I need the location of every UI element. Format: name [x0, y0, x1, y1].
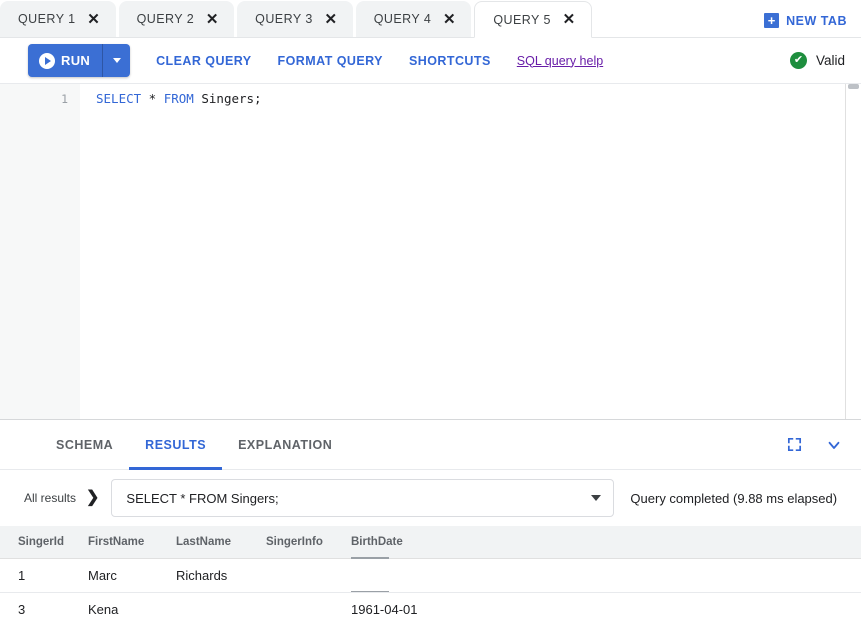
tab-label: QUERY 5: [493, 13, 551, 27]
sql-query-help-link[interactable]: SQL query help: [517, 54, 603, 68]
breadcrumb[interactable]: All results: [24, 491, 76, 505]
cell-singerid: 3: [0, 593, 88, 621]
close-icon[interactable]: ✕: [323, 11, 339, 27]
results-table: SingerId FirstName LastName SingerInfo B…: [0, 526, 861, 621]
close-icon[interactable]: ✕: [86, 11, 102, 27]
tab-label: EXPLANATION: [238, 438, 332, 452]
clear-query-button[interactable]: CLEAR QUERY: [156, 54, 251, 68]
tab-schema[interactable]: SCHEMA: [40, 420, 129, 470]
run-button[interactable]: RUN: [28, 44, 102, 77]
status-badge: Valid: [816, 53, 845, 68]
close-icon[interactable]: ✕: [204, 11, 220, 27]
column-header-firstname[interactable]: FirstName: [88, 526, 176, 559]
new-tab-button[interactable]: + NEW TAB: [764, 13, 847, 28]
tab-query-4[interactable]: QUERY 4 ✕: [356, 1, 472, 37]
tab-label: RESULTS: [145, 438, 206, 452]
query-validity-status: ✔ Valid: [790, 52, 845, 69]
cell-spacer: [433, 559, 861, 593]
cell-spacer: [433, 593, 861, 621]
shortcuts-button[interactable]: SHORTCUTS: [409, 54, 491, 68]
column-header-birthdate[interactable]: BirthDate: [351, 526, 433, 559]
chevron-right-icon: ❯: [86, 490, 99, 506]
tab-label: QUERY 3: [255, 12, 313, 26]
new-tab-label: NEW TAB: [786, 14, 847, 28]
editor-vertical-scrollbar[interactable]: [845, 84, 861, 419]
tab-explanation[interactable]: EXPLANATION: [222, 420, 348, 470]
column-header-singerinfo[interactable]: SingerInfo: [266, 526, 351, 559]
editor-code-area[interactable]: SELECT * FROM Singers;: [80, 84, 845, 419]
check-circle-icon: ✔: [790, 52, 807, 69]
sql-keyword-from: FROM: [164, 91, 194, 106]
cell-firstname: Marc: [88, 559, 176, 593]
cell-singerinfo: [266, 593, 351, 621]
play-circle-icon: [39, 53, 55, 69]
code-line: SELECT * FROM Singers;: [96, 90, 845, 108]
tab-label: SCHEMA: [56, 438, 113, 452]
results-tab-bar: SCHEMA RESULTS EXPLANATION: [0, 420, 861, 470]
run-dropdown-chevron-down-icon[interactable]: [102, 44, 130, 77]
table-header-row: SingerId FirstName LastName SingerInfo B…: [0, 526, 861, 559]
sql-editor[interactable]: 1 SELECT * FROM Singers;: [0, 83, 861, 419]
close-icon[interactable]: ✕: [561, 12, 577, 28]
query-select-dropdown[interactable]: SELECT * FROM Singers;: [111, 479, 614, 517]
scrollbar-thumb[interactable]: [848, 84, 859, 89]
results-table-header: SingerId FirstName LastName SingerInfo B…: [0, 526, 861, 559]
sql-keyword-select: SELECT: [96, 91, 141, 106]
dropdown-arrow-icon: [591, 495, 601, 501]
sql-table-name: Singers;: [194, 91, 262, 106]
tab-results[interactable]: RESULTS: [129, 420, 222, 470]
tab-query-3[interactable]: QUERY 3 ✕: [237, 1, 353, 37]
cell-birthdate: 1961-04-01: [351, 593, 433, 621]
column-header-singerid[interactable]: SingerId: [0, 526, 88, 559]
tab-label: QUERY 1: [18, 12, 76, 26]
cell-singerinfo: [266, 559, 351, 593]
editor-toolbar: RUN CLEAR QUERY FORMAT QUERY SHORTCUTS S…: [0, 38, 861, 83]
cell-birthdate: [351, 559, 433, 593]
close-icon[interactable]: ✕: [441, 11, 457, 27]
cell-lastname: [176, 593, 266, 621]
tab-query-2[interactable]: QUERY 2 ✕: [119, 1, 235, 37]
table-row[interactable]: 3 Kena 1961-04-01: [0, 593, 861, 621]
column-header-spacer: [433, 526, 861, 559]
plus-icon: +: [764, 13, 779, 28]
column-header-lastname[interactable]: LastName: [176, 526, 266, 559]
cell-firstname: Kena: [88, 593, 176, 621]
chevron-down-icon[interactable]: [825, 436, 843, 454]
results-query-selector-row: All results ❯ SELECT * FROM Singers; Que…: [0, 470, 861, 526]
sql-star: *: [141, 91, 164, 106]
tab-label: QUERY 4: [374, 12, 432, 26]
tab-label: QUERY 2: [137, 12, 195, 26]
results-table-body: 1 Marc Richards 3 Kena 1961-04-01: [0, 559, 861, 621]
query-tabs: QUERY 1 ✕ QUERY 2 ✕ QUERY 3 ✕ QUERY 4 ✕ …: [0, 0, 595, 37]
cell-singerid: 1: [0, 559, 88, 593]
query-status-text: Query completed (9.88 ms elapsed): [630, 491, 837, 506]
tab-query-5[interactable]: QUERY 5 ✕: [474, 1, 592, 38]
tab-strip: QUERY 1 ✕ QUERY 2 ✕ QUERY 3 ✕ QUERY 4 ✕ …: [0, 0, 861, 38]
tab-query-1[interactable]: QUERY 1 ✕: [0, 1, 116, 37]
results-panel: SCHEMA RESULTS EXPLANATION All results ❯…: [0, 419, 861, 621]
table-row[interactable]: 1 Marc Richards: [0, 559, 861, 593]
fullscreen-icon[interactable]: [786, 436, 803, 453]
query-select-value: SELECT * FROM Singers;: [126, 491, 591, 506]
results-panel-tools: [786, 436, 843, 454]
run-button-label: RUN: [61, 53, 90, 68]
editor-line-number-gutter: 1: [0, 84, 80, 419]
line-number: 1: [0, 90, 80, 108]
cell-lastname: Richards: [176, 559, 266, 593]
format-query-button[interactable]: FORMAT QUERY: [278, 54, 383, 68]
run-button-group[interactable]: RUN: [28, 44, 130, 77]
